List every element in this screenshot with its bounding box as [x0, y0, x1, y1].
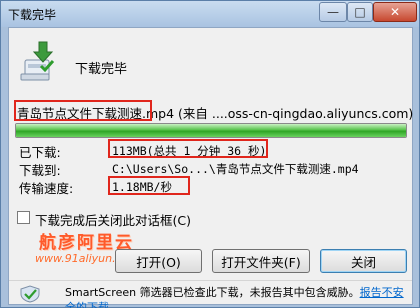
smartscreen-shield-icon: [19, 285, 41, 306]
progress-fill: [16, 124, 406, 137]
file-name-row: 青岛节点文件下载测速.mp4 (来自 ....oss-cn-qingdao.al…: [17, 103, 413, 122]
file-name: 青岛节点文件下载测速.mp4: [17, 106, 175, 121]
open-folder-button[interactable]: 打开文件夹(F): [212, 249, 310, 273]
dialog-body: 下载完毕 青岛节点文件下载测速.mp4 (来自 ....oss-cn-qingd…: [8, 27, 413, 308]
download-dialog: 下载完毕 — □ ✕ 下载完毕 青岛节点文件下载测速.mp4 (来自 ....o…: [0, 0, 420, 308]
title-bar[interactable]: 下载完毕 — □ ✕: [1, 1, 419, 27]
close-window-button[interactable]: ✕: [373, 2, 417, 22]
minimize-button[interactable]: —: [319, 2, 347, 22]
speed-label: 传输速度:: [19, 181, 74, 196]
saved-to-label: 下载到:: [19, 163, 61, 178]
open-button[interactable]: 打开(O): [115, 249, 202, 273]
smartscreen-text: SmartScreen 筛选器已检查此下载，未报告其中包含威胁。: [65, 286, 360, 299]
close-on-complete-label[interactable]: 下载完成后关闭此对话框(C): [35, 210, 191, 229]
maximize-button[interactable]: □: [347, 2, 373, 22]
file-source: (来自 ....oss-cn-qingdao.aliyuncs.com): [174, 106, 414, 121]
downloaded-label: 已下载:: [19, 145, 61, 160]
smartscreen-message: SmartScreen 筛选器已检查此下载，未报告其中包含威胁。报告不安全的下载…: [65, 285, 405, 308]
speed-value: 1.18MB/秒: [112, 180, 172, 194]
download-progress-bar: [15, 123, 407, 138]
window-title: 下载完毕: [8, 8, 57, 22]
download-complete-icon: [19, 40, 59, 87]
saved-to-path: C:\Users\So...\青岛节点文件下载测速.mp4: [112, 162, 359, 176]
close-button[interactable]: 关闭: [320, 249, 407, 273]
status-text: 下载完毕: [75, 62, 128, 77]
close-on-complete-checkbox[interactable]: [17, 211, 30, 224]
smartscreen-panel: SmartScreen 筛选器已检查此下载，未报告其中包含威胁。报告不安全的下载…: [9, 281, 412, 308]
downloaded-value: 113MB(总共 1 分钟 36 秒): [112, 144, 267, 158]
